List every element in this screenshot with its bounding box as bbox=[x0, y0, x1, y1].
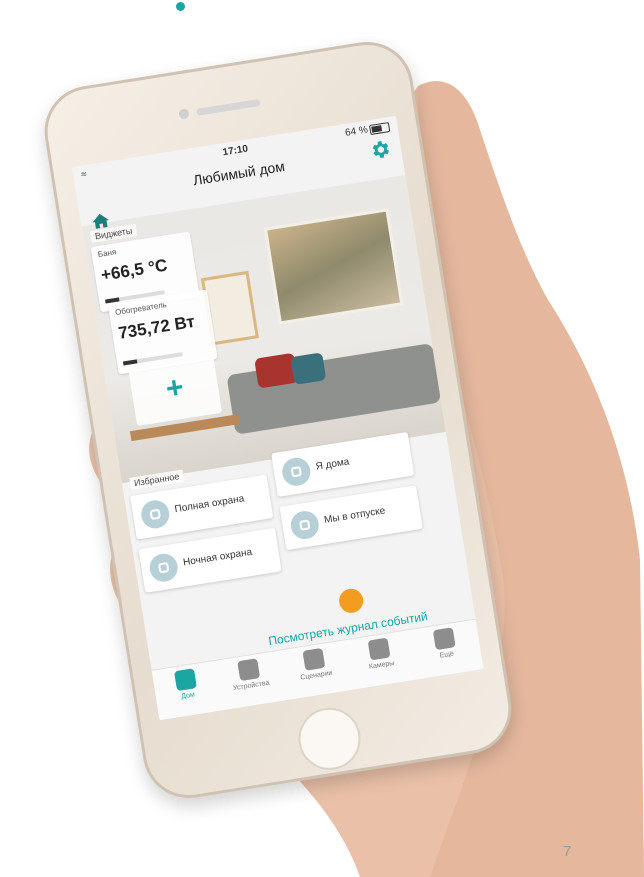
camera-icon bbox=[367, 637, 391, 661]
pillow bbox=[290, 352, 327, 385]
journal-icon[interactable] bbox=[337, 587, 365, 615]
wall-painting bbox=[263, 208, 404, 325]
tab-label: Дом bbox=[180, 691, 196, 701]
tab-cameras[interactable]: Камеры bbox=[348, 634, 412, 673]
menu-icon bbox=[432, 627, 456, 651]
travel-icon bbox=[288, 509, 321, 542]
tab-scenarios[interactable]: Сценарии bbox=[283, 645, 347, 684]
tab-home[interactable]: Дом bbox=[154, 665, 218, 704]
scenarios-icon bbox=[302, 647, 326, 671]
home-scene-icon bbox=[280, 455, 313, 488]
widget-value: +66,5 °C bbox=[99, 255, 169, 285]
widget-value: 735,72 Вт bbox=[117, 311, 197, 343]
battery-icon bbox=[368, 122, 391, 136]
scene-label: Полная охрана bbox=[173, 493, 246, 516]
scene-vacation-button[interactable]: Мы в отпуске bbox=[279, 485, 423, 551]
tab-label: Устройства bbox=[232, 679, 270, 693]
tab-label: Ещё bbox=[439, 650, 455, 660]
plus-icon: + bbox=[163, 370, 187, 406]
scene-label: Мы в отпуске bbox=[323, 505, 387, 526]
tab-label: Камеры bbox=[368, 659, 395, 671]
gear-icon[interactable] bbox=[367, 137, 392, 162]
battery-percent: 64 % bbox=[344, 124, 369, 139]
tab-label: Сценарии bbox=[299, 669, 333, 682]
widget-name: Обогреватель bbox=[114, 300, 168, 318]
tab-devices[interactable]: Устройства bbox=[217, 655, 281, 694]
scene-label: Ночная охрана bbox=[182, 546, 253, 569]
devices-icon bbox=[237, 658, 261, 682]
lock-icon bbox=[139, 498, 172, 531]
widget-name: Баня bbox=[97, 247, 117, 260]
scene-label: Я дома bbox=[314, 456, 351, 473]
moon-icon bbox=[147, 551, 180, 584]
page-number: 7 bbox=[563, 843, 572, 860]
home-icon bbox=[174, 668, 197, 692]
tab-more[interactable]: Ещё bbox=[413, 624, 477, 663]
sofa bbox=[226, 342, 442, 435]
